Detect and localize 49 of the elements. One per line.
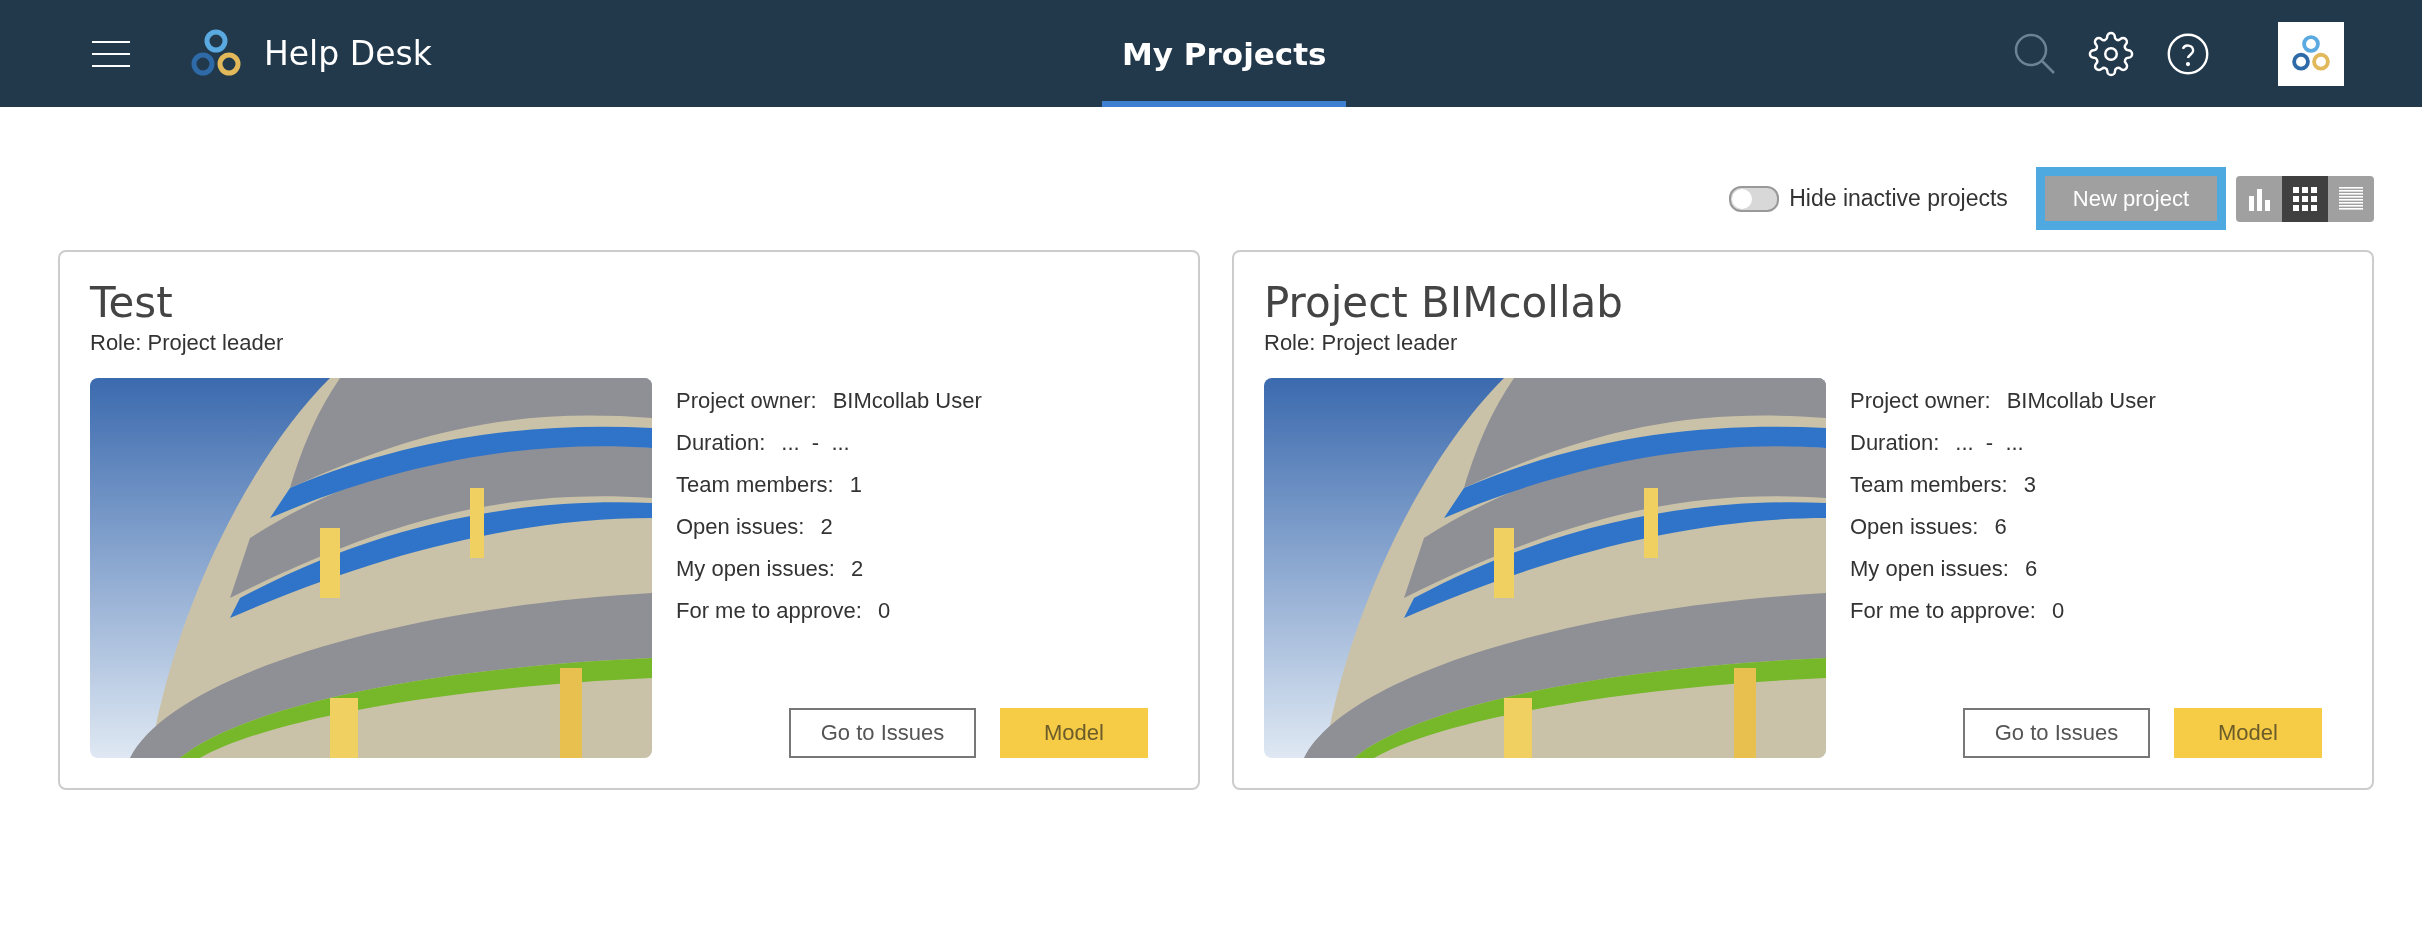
help-button[interactable]: [2166, 31, 2210, 76]
stat-label: For me to approve:: [676, 598, 862, 625]
list-icon: [2339, 186, 2363, 211]
help-icon: [2166, 31, 2210, 76]
stat-label: Open issues:: [1850, 514, 1979, 541]
settings-icon: [2088, 30, 2134, 77]
grid-icon: [2293, 186, 2317, 211]
model-button[interactable]: Model: [2174, 708, 2322, 759]
stat-value: 6: [1994, 514, 2007, 541]
menu-icon: [92, 40, 130, 67]
user-avatar[interactable]: [2278, 21, 2344, 86]
bar-chart-icon: [2247, 186, 2271, 211]
go-to-issues-button[interactable]: Go to Issues: [789, 708, 976, 759]
stat-label: Team members:: [1850, 472, 2008, 499]
stat-value: 2: [820, 514, 833, 541]
model-button[interactable]: Model: [1000, 708, 1148, 759]
nav-tab[interactable]: My Projects: [1102, 0, 1347, 107]
stat-label: Team members:: [676, 472, 834, 499]
settings-button[interactable]: [2088, 30, 2134, 77]
stat-label: My open issues:: [1850, 556, 2009, 583]
stat-value: ... - ...: [781, 430, 850, 457]
stat-value: 2: [850, 556, 864, 583]
project-title: Project BIMcollab: [1264, 278, 1624, 329]
stat-value: 3: [2023, 472, 2036, 499]
project-title: Test: [90, 278, 174, 329]
stat-label: Project owner:: [1850, 388, 1991, 415]
stat-value: 0: [2051, 598, 2065, 625]
stat-label: Duration:: [676, 430, 766, 457]
stat-label: Open issues:: [676, 514, 805, 541]
project-role: Role: Project leader: [1264, 330, 1459, 357]
stat-label: Project owner:: [676, 388, 817, 415]
project-role: Role: Project leader: [90, 330, 285, 357]
app-name: Help Desk: [264, 34, 432, 73]
search-icon: [2014, 32, 2056, 75]
stat-value: BIMcollab User: [832, 388, 982, 415]
go-to-issues-button[interactable]: Go to Issues: [1963, 708, 2150, 759]
toggle-label: Hide inactive projects: [1789, 185, 2008, 212]
stat-value: 0: [877, 598, 891, 625]
stat-label: Duration:: [1850, 430, 1940, 457]
menu-button[interactable]: [92, 40, 130, 67]
stat-label: My open issues:: [676, 556, 835, 583]
stat-value: 1: [849, 472, 862, 499]
stat-value: 6: [2024, 556, 2038, 583]
stat-label: For me to approve:: [1850, 598, 2036, 625]
stat-value: BIMcollab User: [2006, 388, 2156, 415]
view-button[interactable]: [2282, 175, 2328, 222]
search-button[interactable]: [2014, 32, 2056, 75]
toggle-switch[interactable]: [1729, 185, 1780, 212]
stat-value: ... - ...: [1955, 430, 2024, 457]
